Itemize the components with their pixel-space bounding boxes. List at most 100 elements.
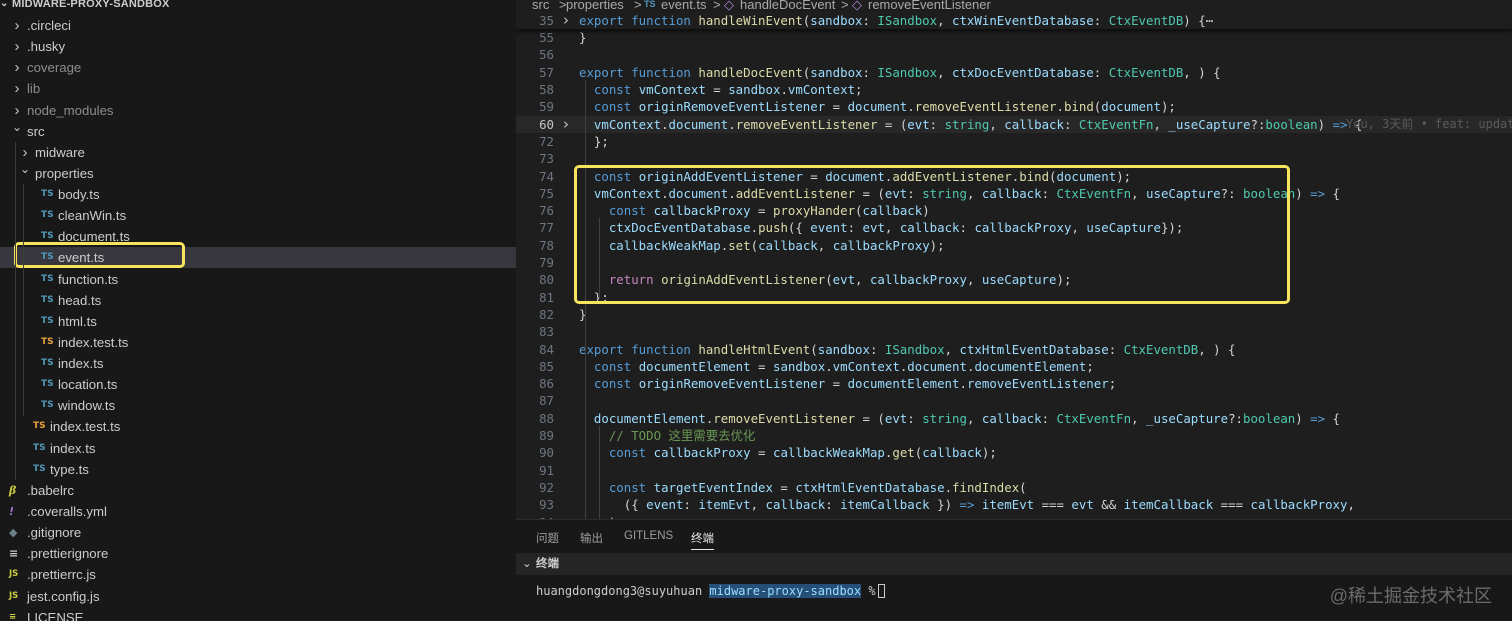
code-line[interactable]: 88 documentElement.removeEventListener =… [516,410,1512,427]
code-line[interactable]: 81 }; [516,289,1512,306]
breadcrumb-segment-method[interactable]: removeEventListener [868,0,991,12]
folder-item[interactable]: › node_modules [0,100,516,121]
line-number: 87 [539,393,554,409]
code-token: ISandbox [884,341,945,357]
code-line[interactable]: 80 return originAddEventListener(evt, ca… [516,271,1512,288]
line-number: 80 [539,272,554,288]
code-token: } [579,30,587,46]
code-token: ); [929,237,945,253]
code-line[interactable]: 91 [516,462,1512,479]
code-editor[interactable]: src > properties > TS event.ts > ◇ handl… [516,0,1512,519]
code-line[interactable]: 77 ctxDocEventDatabase.push({ event: evt… [516,219,1512,236]
file-item[interactable]: JS jest.config.js [0,586,516,607]
code-line[interactable]: 76 const callbackProxy = proxyHander(cal… [516,202,1512,219]
file-item[interactable]: ≡ LICENSE [0,607,516,621]
breadcrumb-segment-properties[interactable]: properties [566,0,624,12]
code-line[interactable]: 92 const targetEventIndex = ctxHtmlEvent… [516,479,1512,496]
code-line[interactable]: 72 }; [516,133,1512,150]
file-item[interactable]: ◆ .gitignore [0,522,516,543]
tree-item-label: body.ts [58,187,100,203]
file-item[interactable]: TS index.test.ts [0,416,516,437]
file-item[interactable]: ! .coveralls.yml [0,501,516,522]
code-token: removeEventListener [914,99,1057,115]
code-line[interactable]: 60 › vmContext.document.removeEventListen… [516,115,1512,133]
file-item[interactable]: TS index.ts [0,353,516,374]
folder-item[interactable]: ⌄ properties [0,162,516,184]
file-item[interactable]: TS index.ts [0,438,516,459]
folder-item[interactable]: › .circleci [0,15,516,36]
tab-terminal[interactable]: 终端 [691,530,714,550]
code-token: => [1310,185,1326,201]
code-line[interactable]: 75 vmContext.document.addEventListener =… [516,185,1512,202]
code-token: === [1213,497,1251,513]
file-item[interactable]: TS cleanWin.ts [0,205,516,226]
file-item[interactable]: TS head.ts [0,290,516,311]
folder-item[interactable]: › midware [0,142,516,163]
folder-item[interactable]: › .husky [0,36,516,57]
chevron-down-icon: ⌄ [11,119,23,134]
code-token: callback [922,445,982,461]
line-number: 76 [539,203,554,219]
code-line[interactable]: 35 › export function handleWinEvent(sandbo… [516,11,1512,30]
folder-item[interactable]: › lib [0,78,516,99]
file-item[interactable]: JS .prettierrc.js [0,564,516,585]
code-line[interactable]: 85 const documentElement = sandbox.vmCon… [516,358,1512,375]
code-line[interactable]: 56 [516,46,1512,63]
code-line[interactable]: 93 ({ event: itemEvt, callback: itemCall… [516,496,1512,513]
file-item[interactable]: TS location.ts [0,374,516,395]
breadcrumb-segment-src[interactable]: src [532,0,549,12]
file-item[interactable]: β .babelrc [0,480,516,501]
folder-item[interactable]: › coverage [0,57,516,78]
code-token: originAddEventListener [661,272,826,288]
folder-item[interactable]: ⌄ src [0,120,516,142]
code-line[interactable]: 89 // TODO 这里需要去优化 [516,427,1512,444]
code-line[interactable]: 82} [516,306,1512,323]
file-item[interactable]: TS event.ts [0,247,516,269]
code-line[interactable]: 90 const callbackProxy = callbackWeakMap… [516,444,1512,461]
tab-output[interactable]: 输出 [580,530,603,550]
code-line[interactable]: 59 const originRemoveEventListener = doc… [516,98,1512,115]
file-item[interactable]: TS index.test.ts [0,332,516,353]
breadcrumb-segment-function[interactable]: handleDocEvent [740,0,835,12]
fold-chevron-icon[interactable]: › [563,11,569,29]
code-token: ) [1317,116,1333,132]
file-item[interactable]: TS document.ts [0,226,516,247]
code-line[interactable]: 73 [516,150,1512,167]
file-item[interactable]: TS html.ts [0,311,516,332]
file-item[interactable]: TS body.ts [0,184,516,205]
code-token: . [1056,99,1064,115]
breadcrumb-segment-file[interactable]: event.ts [661,0,707,12]
code-text: vmContext.document.addEventListener = (e… [579,185,1340,202]
file-item[interactable]: TS window.ts [0,395,516,416]
tab-problems[interactable]: 问题 [536,530,559,550]
code-line[interactable]: 84 export function handleHtmlEvent(sandbo… [516,341,1512,358]
tree-item-label: lib [27,81,41,97]
code-token: documentElement [593,410,706,426]
fold-chevron-icon[interactable]: › [563,115,569,133]
file-item[interactable]: TS type.ts [0,459,516,480]
code-line[interactable]: 86 const originRemoveEventListener = doc… [516,375,1512,392]
code-line[interactable]: 58 const vmContext = sandbox.vmContext; [516,81,1512,98]
code-line[interactable]: 78 callbackWeakMap.set(callback, callbac… [516,237,1512,254]
code-line[interactable]: 83 [516,323,1512,340]
tab-gitlens[interactable]: GITLENS [624,530,673,550]
code-line[interactable]: 79 [516,254,1512,271]
code-token: : [1093,12,1109,28]
code-line[interactable]: 87 [516,392,1512,409]
file-item[interactable]: ≡ .prettierignore [0,543,516,564]
file-item[interactable]: TS function.ts [0,269,516,290]
code-token: document [668,116,729,132]
explorer-root-title[interactable]: ⌄ MIDWARE-PROXY-SANDBOX [0,0,516,11]
code-token: ⋯ [1205,12,1214,28]
code-line[interactable]: 55} [516,29,1512,46]
code-line[interactable]: 57 export function handleDocEvent(sandbox… [516,64,1512,81]
terminal-prompt[interactable]: huangdongdong3@suyuhuan midware-proxy-sa… [536,584,885,598]
code-token: callbackProxy [653,445,751,461]
code-token: itemCallback [1123,497,1214,513]
terminal-section-header[interactable]: ⌄ 终端 [516,553,1512,575]
code-line[interactable]: 74 const originAddEventListener = docume… [516,168,1512,185]
indent-guide [599,218,600,299]
code-text: }; [579,133,609,150]
typescript-icon: TS [33,463,46,474]
